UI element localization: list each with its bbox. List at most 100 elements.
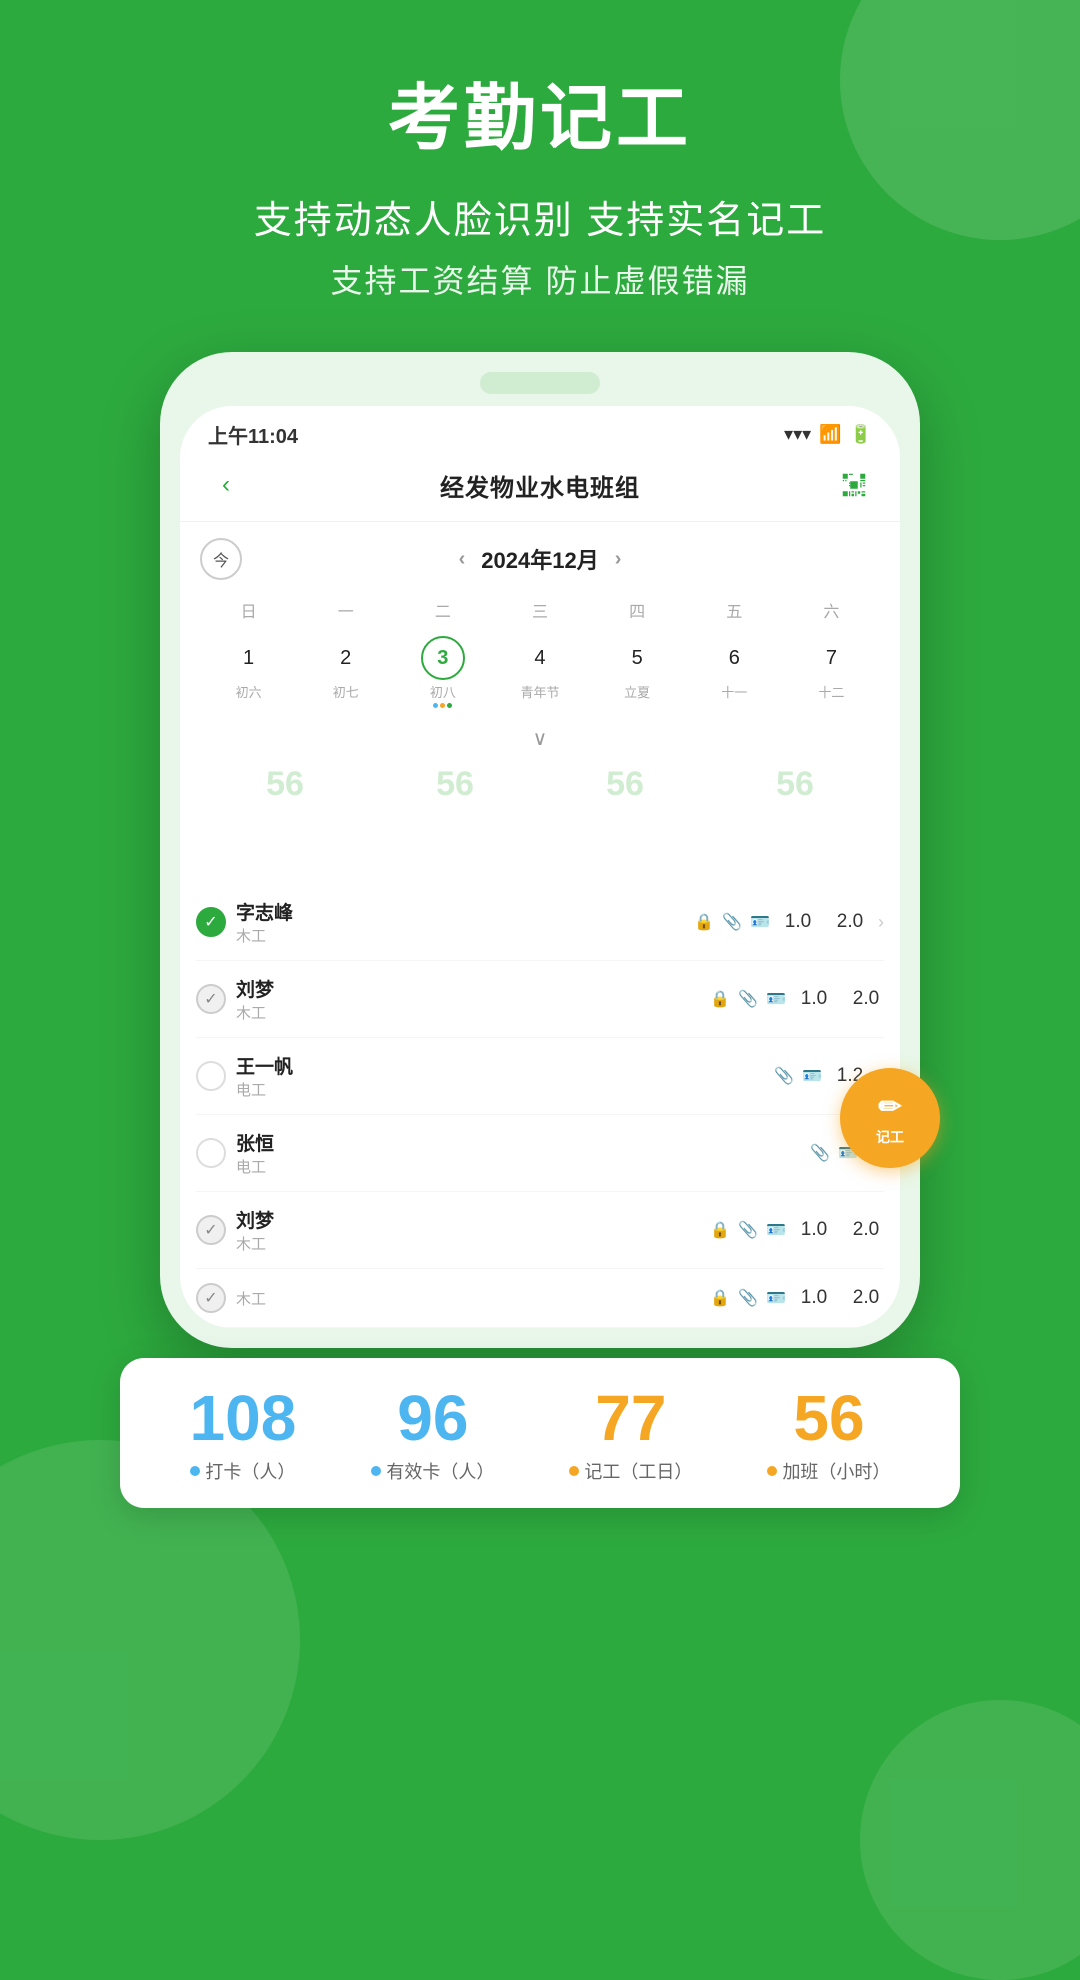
stat-valid-punch: 96 有效卡（人） xyxy=(371,1386,494,1484)
overtime-6: 2.0 xyxy=(848,1287,884,1309)
status-bar: 上午11:04 ▾▾▾ 📶 🔋 xyxy=(180,406,900,457)
weekday-sun: 日 xyxy=(200,594,297,626)
worker-list: ✓ 字志峰 木工 🔒 📎 🪪 1.0 2.0 › xyxy=(180,884,900,1328)
calendar: 今 ‹ 2024年12月 › 日 一 二 三 四 五 xyxy=(180,522,900,720)
next-month-button[interactable]: › xyxy=(615,548,622,571)
stats-card: 108 打卡（人） 96 有效卡（人） 77 记工（工日） 56 加班 xyxy=(120,1358,960,1508)
overtime-label: 加班（小时） xyxy=(767,1458,890,1484)
check-3[interactable] xyxy=(196,1061,226,1091)
overtime-number: 56 xyxy=(793,1386,864,1450)
worker-info-3: 王一帆 电工 xyxy=(236,1052,764,1100)
fab-record-work[interactable]: ✏ 记工 xyxy=(840,1068,940,1168)
fab-icon: ✏ xyxy=(878,1090,901,1123)
worker-name-4: 张恒 xyxy=(236,1129,800,1156)
row-arrow-1: › xyxy=(878,912,884,933)
battery-icon: 🔋 xyxy=(850,424,872,445)
qr-code-icon xyxy=(839,470,869,500)
calendar-day-4[interactable]: 4 青年节 xyxy=(491,632,588,712)
card-icon-1: 🪪 xyxy=(750,912,770,932)
worker-type-6: 木工 xyxy=(236,1288,700,1309)
worker-type-5: 木工 xyxy=(236,1233,700,1254)
workdays-label: 记工（工日） xyxy=(569,1458,692,1484)
check-5[interactable]: ✓ xyxy=(196,1215,226,1245)
check-1[interactable]: ✓ xyxy=(196,907,226,937)
overtime-2: 2.0 xyxy=(848,988,884,1010)
hours-1: 1.0 xyxy=(780,911,816,933)
punch-in-label: 打卡（人） xyxy=(190,1458,295,1484)
subtitle-2: 支持工资结算 防止虚假错漏 xyxy=(0,256,1080,302)
lock-icon-5: 🔒 xyxy=(710,1220,730,1240)
page-header: 考勤记工 支持动态人脸识别 支持实名记工 支持工资结算 防止虚假错漏 xyxy=(0,0,1080,302)
check-2[interactable]: ✓ xyxy=(196,984,226,1014)
worker-row-6[interactable]: ✓ 木工 🔒 📎 🪪 1.0 2.0 xyxy=(196,1269,884,1328)
valid-punch-label: 有效卡（人） xyxy=(371,1458,494,1484)
valid-punch-number: 96 xyxy=(397,1386,468,1450)
hours-2: 1.0 xyxy=(796,988,832,1010)
phone-area: 上午11:04 ▾▾▾ 📶 🔋 ‹ 经发物业水电班组 xyxy=(160,352,920,1448)
worker-row-2[interactable]: ✓ 刘梦 木工 🔒 📎 🪪 1.0 2.0 xyxy=(196,961,884,1038)
worker-info-1: 字志峰 木工 xyxy=(236,898,684,946)
bg-decoration-bottom-right xyxy=(860,1700,1080,1980)
workdays-number: 77 xyxy=(595,1386,666,1450)
worker-hours-2: 1.0 2.0 xyxy=(796,988,884,1010)
weekday-labels: 日 一 二 三 四 五 六 xyxy=(200,594,880,626)
worker-info-4: 张恒 电工 xyxy=(236,1129,800,1177)
calendar-day-1[interactable]: 1 初六 xyxy=(200,632,297,712)
check-4[interactable] xyxy=(196,1138,226,1168)
back-button[interactable]: ‹ xyxy=(208,467,244,503)
prev-month-button[interactable]: ‹ xyxy=(459,548,466,571)
card-icon-2: 🪪 xyxy=(766,989,786,1009)
worker-type-1: 木工 xyxy=(236,925,684,946)
lock-icon-6: 🔒 xyxy=(710,1288,730,1308)
card-icon-6: 🪪 xyxy=(766,1288,786,1308)
worker-row-5[interactable]: ✓ 刘梦 木工 🔒 📎 🪪 1.0 2.0 xyxy=(196,1192,884,1269)
worker-row-4[interactable]: 张恒 电工 📎 🪪 › xyxy=(196,1115,884,1192)
worker-row-1[interactable]: ✓ 字志峰 木工 🔒 📎 🪪 1.0 2.0 › xyxy=(196,884,884,961)
valid-punch-text: 有效卡（人） xyxy=(386,1458,494,1484)
background-numbers: 56 56 56 56 xyxy=(180,755,900,884)
worker-type-4: 电工 xyxy=(236,1156,800,1177)
overtime-dot xyxy=(767,1466,777,1476)
worker-type-3: 电工 xyxy=(236,1079,764,1100)
app-nav-header: ‹ 经发物业水电班组 xyxy=(180,457,900,522)
punch-in-text: 打卡（人） xyxy=(205,1458,295,1484)
card-icon-5: 🪪 xyxy=(766,1220,786,1240)
phone-mockup: 上午11:04 ▾▾▾ 📶 🔋 ‹ 经发物业水电班组 xyxy=(160,352,920,1348)
status-time: 上午11:04 xyxy=(208,420,298,449)
calendar-day-3-today[interactable]: 3 初八 xyxy=(394,632,491,712)
worker-type-2: 木工 xyxy=(236,1002,700,1023)
hours-6: 1.0 xyxy=(796,1287,832,1309)
lock-icon-2: 🔒 xyxy=(710,989,730,1009)
calendar-day-7[interactable]: 7 十二 xyxy=(783,632,880,712)
clip-icon-2: 📎 xyxy=(738,989,758,1009)
valid-punch-dot xyxy=(371,1466,381,1476)
worker-name-1: 字志峰 xyxy=(236,898,684,925)
check-6[interactable]: ✓ xyxy=(196,1283,226,1313)
stat-overtime: 56 加班（小时） xyxy=(767,1386,890,1484)
worker-row-3[interactable]: 王一帆 电工 📎 🪪 1.2 › xyxy=(196,1038,884,1115)
weekday-tue: 二 xyxy=(394,594,491,626)
phone-screen: 上午11:04 ▾▾▾ 📶 🔋 ‹ 经发物业水电班组 xyxy=(180,406,900,1328)
worker-icons-2: 🔒 📎 🪪 xyxy=(710,989,786,1009)
worker-hours-6: 1.0 2.0 xyxy=(796,1287,884,1309)
worker-name-5: 刘梦 xyxy=(236,1206,700,1233)
status-icons: ▾▾▾ 📶 🔋 xyxy=(784,424,872,445)
calendar-day-5[interactable]: 5 立夏 xyxy=(589,632,686,712)
calendar-day-2[interactable]: 2 初七 xyxy=(297,632,394,712)
dot-blue xyxy=(433,703,438,708)
expand-calendar-button[interactable]: ∨ xyxy=(180,720,900,755)
today-label: 今 xyxy=(213,547,229,571)
calendar-day-6[interactable]: 6 十一 xyxy=(686,632,783,712)
worker-icons-1: 🔒 📎 🪪 xyxy=(694,912,770,932)
punch-in-number: 108 xyxy=(190,1386,297,1450)
punch-in-dot xyxy=(190,1466,200,1476)
calendar-header: 今 ‹ 2024年12月 › xyxy=(200,538,880,580)
worker-info-5: 刘梦 木工 xyxy=(236,1206,700,1254)
qr-button[interactable] xyxy=(836,467,872,503)
page-title: 考勤记工 xyxy=(0,80,1080,159)
worker-icons-6: 🔒 📎 🪪 xyxy=(710,1288,786,1308)
app-title: 经发物业水电班组 xyxy=(440,468,640,503)
today-button[interactable]: 今 xyxy=(200,538,242,580)
card-icon-3: 🪪 xyxy=(802,1066,822,1086)
worker-name-2: 刘梦 xyxy=(236,975,700,1002)
